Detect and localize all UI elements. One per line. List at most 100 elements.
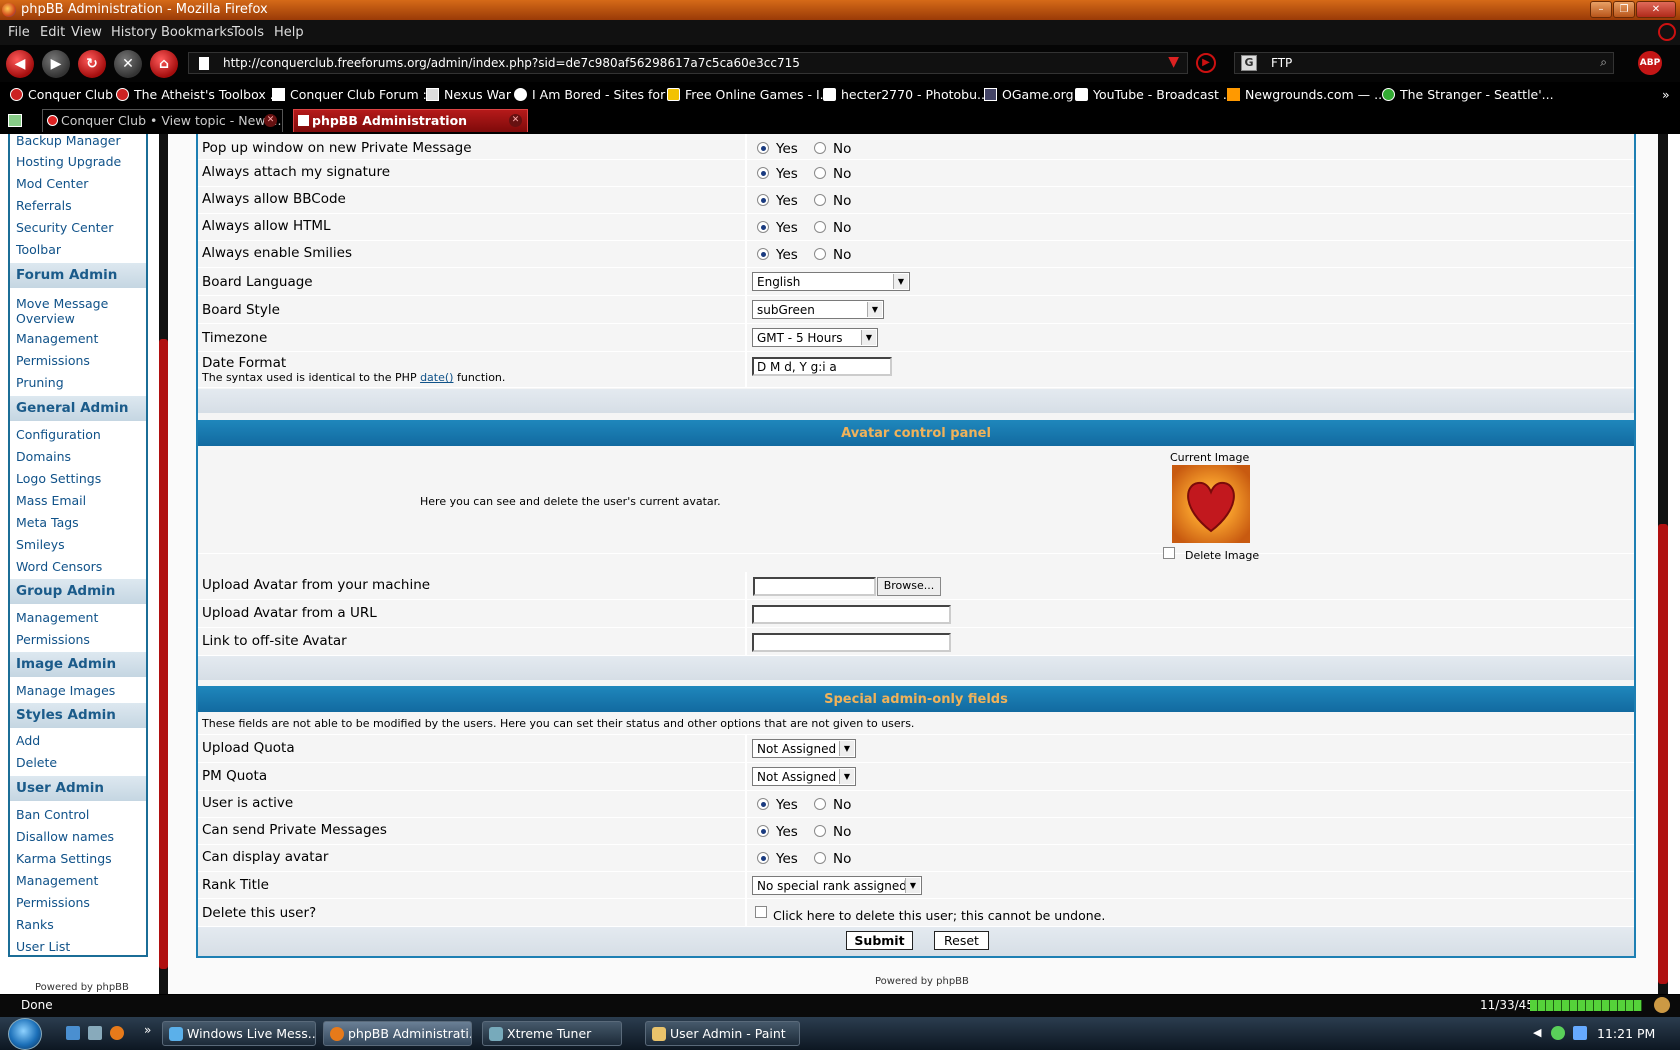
no-radio[interactable]: [814, 221, 826, 233]
sidebar-item-mass-email[interactable]: Mass Email: [16, 493, 86, 508]
delete-image-checkbox[interactable]: [1163, 547, 1175, 559]
sidebar-item-disallow-names[interactable]: Disallow names: [16, 829, 114, 844]
sidebar-scrollbar[interactable]: [159, 134, 168, 994]
menu-help[interactable]: Help: [274, 25, 304, 40]
sidebar-item-pruning[interactable]: Pruning: [16, 375, 64, 390]
quicklaunch-overflow-icon[interactable]: »: [144, 1023, 151, 1037]
sidebar-item-backup-manager[interactable]: Backup Manager: [16, 134, 121, 148]
main-scrollbar[interactable]: [1658, 134, 1668, 994]
menu-view[interactable]: View: [71, 25, 102, 40]
yes-radio[interactable]: [757, 852, 769, 864]
no-radio[interactable]: [814, 194, 826, 206]
avatar-file-input[interactable]: [753, 577, 876, 596]
go-button[interactable]: ▶: [1196, 53, 1216, 73]
switch-windows-icon[interactable]: [88, 1026, 102, 1040]
sidebar-item-security-center[interactable]: Security Center: [16, 220, 113, 235]
search-icon[interactable]: ⌕: [1600, 55, 1607, 70]
tab-phpbb-administration[interactable]: phpBB Administration ✕: [293, 109, 528, 132]
sidebar-item-move-message-overview[interactable]: Move Message Overview: [16, 296, 136, 326]
bookmark-item[interactable]: Conquer Club: [10, 87, 113, 102]
no-radio[interactable]: [814, 142, 826, 154]
sidebar-item-user-permissions[interactable]: Permissions: [16, 895, 90, 910]
close-window-button[interactable]: ✕: [1636, 1, 1676, 18]
menu-history[interactable]: History: [111, 25, 157, 40]
pm-quota-select[interactable]: Not Assigned ▼: [752, 767, 856, 786]
firefox-quicklaunch-icon[interactable]: [110, 1026, 124, 1040]
date-format-input[interactable]: D M d, Y g:i a: [752, 357, 892, 376]
taskbar-clock[interactable]: 11:21 PM: [1597, 1026, 1655, 1041]
bookmark-item[interactable]: YouTube - Broadcast ...: [1075, 87, 1235, 102]
sidebar-item-hosting-upgrade[interactable]: Hosting Upgrade: [16, 154, 121, 169]
board-language-select[interactable]: English ▼: [752, 272, 910, 291]
sidebar-item-group-permissions[interactable]: Permissions: [16, 632, 90, 647]
board-style-select[interactable]: subGreen ▼: [752, 300, 884, 319]
sidebar-item-user-management[interactable]: Management: [16, 873, 98, 888]
timezone-select[interactable]: GMT - 5 Hours ▼: [752, 328, 878, 347]
sidebar-item-forum-management[interactable]: Management: [16, 331, 98, 346]
rank-title-select[interactable]: No special rank assigned ▼: [752, 876, 922, 895]
sidebar-item-forum-permissions[interactable]: Permissions: [16, 353, 90, 368]
sidebar-item-styles-delete[interactable]: Delete: [16, 755, 57, 770]
sidebar-item-smileys[interactable]: Smileys: [16, 537, 65, 552]
bookmark-item[interactable]: Nexus War: [426, 87, 511, 102]
home-button[interactable]: ⌂: [150, 50, 178, 78]
yes-radio[interactable]: [757, 221, 769, 233]
new-tab-icon[interactable]: [8, 114, 22, 127]
offsite-avatar-input[interactable]: [752, 633, 951, 652]
no-radio[interactable]: [814, 798, 826, 810]
google-search-engine-icon[interactable]: G: [1241, 55, 1257, 71]
start-button[interactable]: [8, 1018, 42, 1050]
sidebar-item-referrals[interactable]: Referrals: [16, 198, 72, 213]
bookmark-item[interactable]: Free Online Games - I...: [667, 87, 832, 102]
menu-tools[interactable]: Tools: [232, 25, 264, 40]
sidebar-item-word-censors[interactable]: Word Censors: [16, 559, 102, 574]
close-tab-icon[interactable]: ✕: [264, 114, 277, 127]
sidebar-item-ban-control[interactable]: Ban Control: [16, 807, 89, 822]
tray-expand-icon[interactable]: ◀: [1533, 1026, 1541, 1039]
search-input[interactable]: FTP: [1271, 56, 1292, 70]
bookmarks-overflow-icon[interactable]: »: [1662, 87, 1670, 102]
sidebar-item-toolbar[interactable]: Toolbar: [16, 242, 61, 257]
addon-status-icon[interactable]: [1654, 997, 1670, 1013]
bookmark-item[interactable]: The Atheist's Toolbox ...: [116, 87, 282, 102]
sidebar-item-styles-add[interactable]: Add: [16, 733, 40, 748]
no-radio[interactable]: [814, 825, 826, 837]
submit-button[interactable]: Submit: [846, 931, 913, 950]
tab-conquer-club[interactable]: Conquer Club • View topic - New ... ✕: [42, 109, 283, 132]
yes-radio[interactable]: [757, 248, 769, 260]
php-date-link[interactable]: date(): [420, 371, 453, 384]
reload-button[interactable]: ↻: [78, 50, 106, 78]
menu-bookmarks[interactable]: Bookmarks: [161, 25, 234, 40]
taskbar-item-xtreme-tuner[interactable]: Xtreme Tuner: [482, 1021, 622, 1046]
bookmark-item[interactable]: Newgrounds.com — ...: [1227, 87, 1386, 102]
sidebar-item-mod-center[interactable]: Mod Center: [16, 176, 88, 191]
delete-user-checkbox[interactable]: [755, 906, 767, 918]
sidebar-item-configuration[interactable]: Configuration: [16, 427, 101, 442]
sidebar-item-karma-settings[interactable]: Karma Settings: [16, 851, 112, 866]
reset-button[interactable]: Reset: [934, 931, 989, 950]
back-button[interactable]: ◀: [6, 50, 34, 78]
volume-tray-icon[interactable]: [1593, 1026, 1596, 1040]
sidebar-item-manage-images[interactable]: Manage Images: [16, 683, 115, 698]
maximize-button[interactable]: ❐: [1613, 1, 1635, 18]
bookmark-item[interactable]: OGame.org: [984, 87, 1074, 102]
network-tray-icon[interactable]: [1573, 1026, 1587, 1040]
yes-radio[interactable]: [757, 167, 769, 179]
sidebar-item-meta-tags[interactable]: Meta Tags: [16, 515, 79, 530]
url-dropdown-icon[interactable]: ▼: [1168, 54, 1179, 70]
bookmark-item[interactable]: hecter2770 - Photobu...: [823, 87, 989, 102]
avatar-url-input[interactable]: [752, 605, 951, 624]
search-bar[interactable]: G FTP ⌕: [1234, 52, 1614, 74]
show-desktop-icon[interactable]: [66, 1026, 80, 1040]
yes-radio[interactable]: [757, 142, 769, 154]
bookmark-item[interactable]: Conquer Club Forum :...: [272, 87, 439, 102]
sidebar-item-group-management[interactable]: Management: [16, 610, 98, 625]
yes-radio[interactable]: [757, 798, 769, 810]
stop-button[interactable]: ✕: [114, 50, 142, 78]
messenger-tray-icon[interactable]: [1551, 1026, 1565, 1040]
no-radio[interactable]: [814, 852, 826, 864]
no-radio[interactable]: [814, 248, 826, 260]
menu-edit[interactable]: Edit: [40, 25, 65, 40]
forward-button[interactable]: ▶: [42, 50, 70, 78]
yes-radio[interactable]: [757, 194, 769, 206]
